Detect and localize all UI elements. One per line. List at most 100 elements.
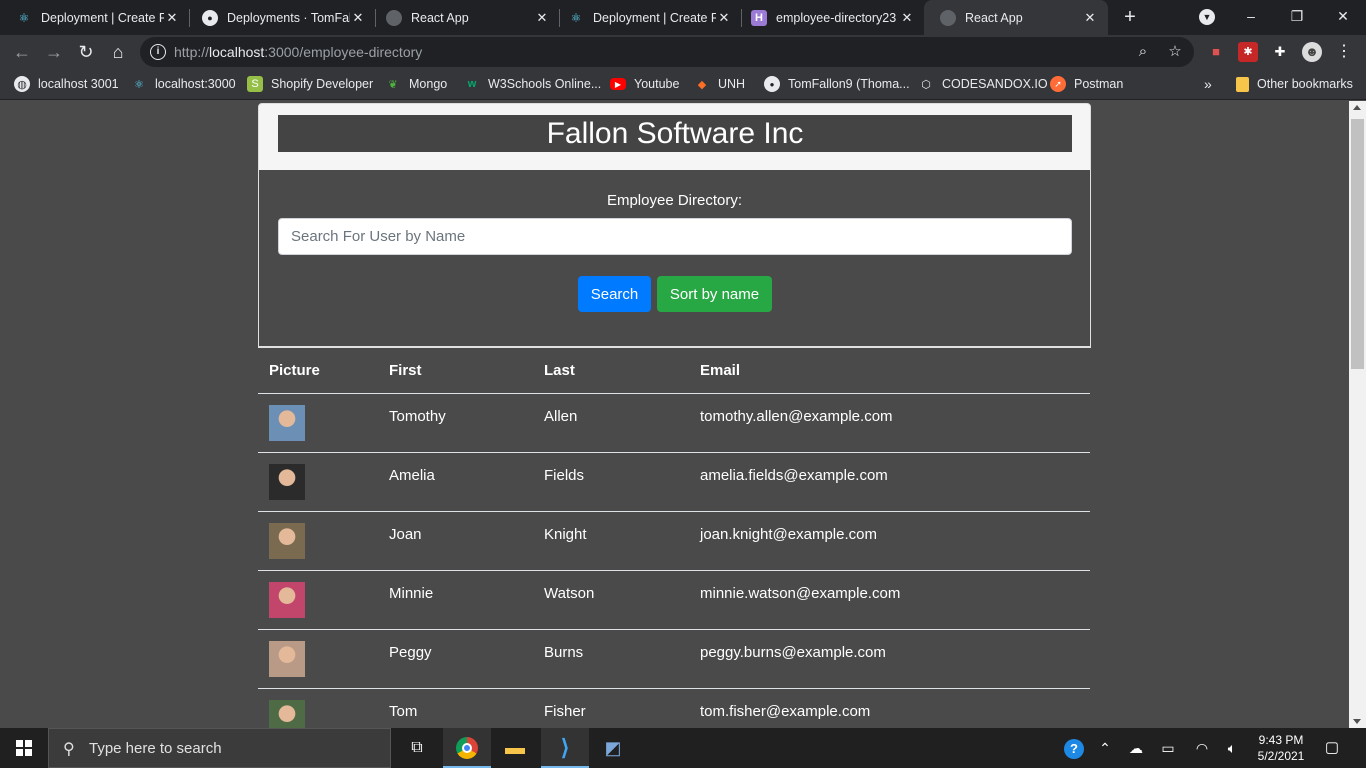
volume-icon[interactable]: 🔈︎ [1220, 728, 1244, 768]
page-scrollbar[interactable] [1349, 101, 1366, 728]
browser-tab[interactable]: ⚛ Deployment | Create R ✕ [0, 0, 190, 35]
scroll-up-arrow-icon[interactable] [1353, 105, 1361, 110]
wifi-icon[interactable]: ◠ [1190, 728, 1214, 768]
bookmark-label: localhost:3000 [155, 77, 236, 91]
bookmark-label: localhost 3001 [38, 77, 119, 91]
browser-tab-active[interactable]: React App ✕ [924, 0, 1108, 35]
new-tab-button[interactable]: + [1118, 5, 1142, 29]
vscode-icon[interactable]: ⟩ [541, 728, 589, 768]
shopify-icon: S [247, 76, 263, 92]
windows-start-icon[interactable] [16, 740, 32, 756]
system-clock[interactable]: 9:43 PM 5/2/2021 [1248, 732, 1314, 764]
employee-avatar [269, 463, 305, 500]
table-header-row: Picture First Last Email [258, 348, 1090, 394]
address-bar[interactable]: i http://localhost:3000/employee-directo… [140, 37, 1194, 67]
browser-tab[interactable]: ⚛ Deployment | Create R ✕ [552, 0, 742, 35]
react-icon: ⚛ [570, 10, 582, 25]
close-icon[interactable]: ✕ [1082, 10, 1098, 26]
profile-avatar-icon[interactable]: ☻ [1302, 42, 1322, 62]
mongo-leaf-icon: ❦ [388, 78, 398, 91]
last-name-cell: Fisher [533, 688, 689, 728]
close-icon[interactable]: ✕ [716, 10, 732, 26]
browser-tab[interactable]: ● Deployments · TomFall ✕ [186, 0, 376, 35]
bookmark-item[interactable]: ⚛ localhost:3000 [131, 69, 236, 99]
table-row: Amelia Fields amelia.fields@example.com [258, 452, 1090, 512]
bookmark-item[interactable]: w W3Schools Online... [464, 69, 602, 99]
heroku-icon: H [751, 9, 767, 26]
bookmark-item[interactable]: ▶ Youtube [610, 69, 679, 99]
close-icon[interactable]: ✕ [899, 10, 915, 26]
taskbar-search-box[interactable]: ⚲ Type here to search [48, 728, 391, 768]
other-bookmarks-folder[interactable]: Other bookmarks [1236, 69, 1353, 99]
picture-cell [258, 393, 378, 453]
notification-icon[interactable]: ▢ [1322, 738, 1342, 758]
extensions-puzzle-icon[interactable]: ✚ [1270, 42, 1290, 62]
youtube-icon: ▶ [610, 78, 626, 90]
last-name-cell: Fields [533, 452, 689, 512]
postman-icon: ➚ [1050, 76, 1066, 92]
home-icon[interactable]: ⌂ [106, 40, 130, 64]
close-icon[interactable]: ✕ [164, 10, 180, 26]
tab-title: employee-directory23 [776, 10, 897, 25]
employee-avatar [269, 404, 305, 441]
scrollbar-thumb[interactable] [1351, 119, 1364, 369]
bookmark-star-icon[interactable]: ☆ [1164, 41, 1186, 63]
chevron-up-icon[interactable]: ⌃ [1094, 728, 1116, 768]
first-name-cell: Amelia [378, 452, 533, 512]
search-input[interactable] [278, 218, 1072, 255]
extension-record-icon[interactable]: ■ [1206, 42, 1226, 62]
browser-tab[interactable]: H employee-directory23 ✕ [735, 0, 925, 35]
bookmark-item[interactable]: ◆ UNH [694, 69, 745, 99]
scroll-down-arrow-icon[interactable] [1353, 719, 1361, 724]
close-icon[interactable]: ✕ [534, 10, 550, 26]
last-name-cell: Watson [533, 570, 689, 630]
site-info-icon[interactable]: i [150, 44, 166, 60]
bookmarks-bar: ◍ localhost 3001 ⚛ localhost:3000 S Shopify… [0, 69, 1366, 100]
first-name-cell: Tom [378, 688, 533, 728]
bookmark-item[interactable]: S Shopify Developer [247, 69, 373, 99]
window-close-icon[interactable]: ✕ [1320, 0, 1366, 32]
bookmark-item[interactable]: ⬡ CODESANDOX.IO [918, 69, 1048, 99]
picture-cell [258, 511, 378, 571]
w3schools-icon: w [467, 78, 477, 90]
bookmark-item[interactable]: ● TomFallon9 (Thoma... [764, 69, 910, 99]
more-bookmarks-button[interactable]: » [1204, 69, 1212, 99]
browser-tab-strip: ⚛ Deployment | Create R ✕ ● Deployments … [0, 0, 1366, 35]
column-header-picture: Picture [258, 348, 378, 394]
last-name-cell: Allen [533, 393, 689, 453]
mysql-workbench-icon[interactable]: ◩ [589, 728, 637, 768]
close-icon[interactable]: ✕ [350, 10, 366, 26]
bookmark-item[interactable]: ➚ Postman [1050, 69, 1123, 99]
search-button[interactable]: Search [578, 276, 651, 312]
bookmark-label: Shopify Developer [271, 77, 374, 91]
zoom-icon[interactable]: ⌕ [1132, 41, 1154, 63]
tab-title: Deployments · TomFall [227, 10, 350, 25]
sort-by-name-button[interactable]: Sort by name [657, 276, 772, 312]
onedrive-cloud-icon[interactable]: ☁ [1124, 728, 1148, 768]
help-icon[interactable]: ? [1062, 728, 1086, 768]
bookmark-label: CODESANDOX.IO [942, 77, 1048, 91]
clock-date: 5/2/2021 [1257, 749, 1305, 763]
browser-tab[interactable]: React App ✕ [370, 0, 560, 35]
bookmark-item[interactable]: ◍ localhost 3001 [14, 69, 119, 99]
globe-icon [386, 9, 402, 26]
task-view-icon[interactable]: ⧉ [393, 728, 441, 768]
forward-icon[interactable]: → [42, 40, 66, 64]
bookmark-label: W3Schools Online... [488, 77, 602, 91]
url-text[interactable]: http://localhost:3000/employee-directory [174, 44, 422, 60]
back-icon[interactable]: ← [10, 40, 34, 64]
tab-search-icon[interactable]: ▼ [1199, 9, 1215, 25]
restore-icon[interactable]: ❐ [1274, 0, 1320, 32]
battery-icon[interactable]: ▭ [1156, 728, 1180, 768]
react-icon: ⚛ [18, 10, 30, 25]
minimize-icon[interactable]: – [1228, 0, 1274, 32]
search-panel: Employee Directory: Search Sort by name [258, 170, 1091, 348]
clock-time: 9:43 PM [1258, 733, 1304, 747]
email-cell: joan.knight@example.com [689, 511, 1090, 571]
chrome-icon[interactable] [443, 728, 491, 768]
menu-kebab-icon[interactable]: ⋮ [1334, 42, 1354, 62]
file-explorer-icon[interactable]: ▬ [491, 728, 539, 768]
reload-icon[interactable]: ↻ [74, 40, 98, 64]
bookmark-item[interactable]: ❦ Mongo [385, 69, 447, 99]
extension-red-icon[interactable]: ✱ [1238, 42, 1258, 62]
